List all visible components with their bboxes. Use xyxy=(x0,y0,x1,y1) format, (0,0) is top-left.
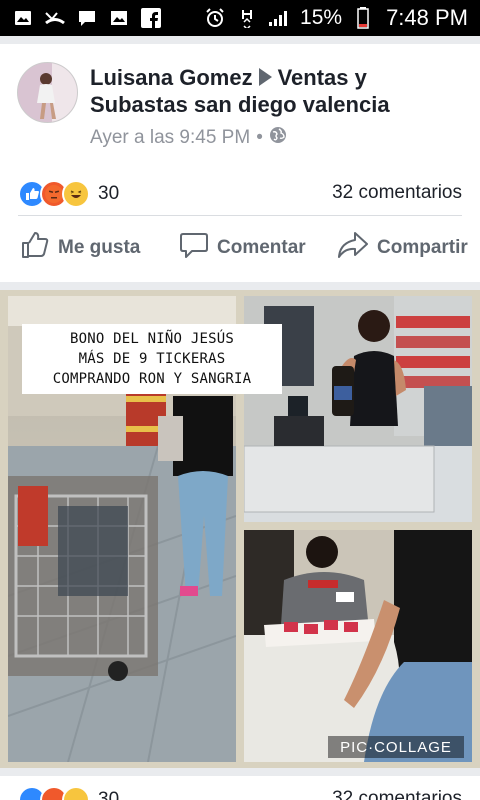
avatar[interactable] xyxy=(17,62,78,123)
photo-collage: BONO DEL NIÑO JESÚS MÁS DE 9 TICKERAS CO… xyxy=(0,290,480,768)
caption-line-2: MÁS DE 9 TICKERAS xyxy=(78,351,226,367)
signal-icon xyxy=(268,8,290,28)
clock: 7:48 PM xyxy=(386,5,468,30)
facebook-icon xyxy=(140,8,162,28)
speech-bubble-icon xyxy=(179,230,209,266)
reaction-count: 30 xyxy=(98,183,120,204)
caption-line-3: COMPRANDO RON Y SANGRIA xyxy=(52,371,252,387)
share-label: Compartir xyxy=(377,237,468,258)
post-timestamp[interactable]: Ayer a las 9:45 PM xyxy=(90,127,250,149)
share-arrow-icon xyxy=(337,230,369,266)
next-comments-count[interactable]: 32 comentarios xyxy=(332,788,462,800)
like-label: Me gusta xyxy=(58,237,141,258)
share-button[interactable]: Compartir xyxy=(337,230,468,266)
battery-percent: 15% xyxy=(300,6,343,29)
caption-line-1: BONO DEL NIÑO JESÚS xyxy=(70,331,234,347)
post-card: Luisana Gomez Ventas y Subastas san diego… xyxy=(0,44,480,282)
comment-label: Comentar xyxy=(217,237,306,258)
status-left xyxy=(12,8,162,28)
haha-icon xyxy=(62,786,90,800)
battery-icon xyxy=(352,7,374,29)
status-right: 15% 7:48 PM xyxy=(204,5,468,31)
next-reactions-summary[interactable]: 30 xyxy=(18,786,119,800)
like-button[interactable]: Me gusta xyxy=(20,230,140,266)
haha-icon xyxy=(62,180,90,208)
comments-count[interactable]: 32 comentarios xyxy=(332,182,462,204)
hspa-icon xyxy=(236,8,258,28)
collage-photo-cashier xyxy=(244,530,472,762)
divider xyxy=(18,215,462,216)
gallery-icon xyxy=(108,8,130,28)
post-header: Luisana Gomez Ventas y Subastas san diego… xyxy=(90,64,460,118)
comment-button[interactable]: Comentar xyxy=(179,230,306,266)
globe-icon xyxy=(269,126,287,150)
meta-separator: • xyxy=(256,127,263,148)
missed-call-icon xyxy=(44,8,66,28)
post-meta: Ayer a las 9:45 PM • xyxy=(90,126,287,150)
image-icon xyxy=(12,8,34,28)
thumbs-up-icon xyxy=(20,230,50,266)
author-name[interactable]: Luisana Gomez xyxy=(90,65,253,90)
triangle-arrow-icon xyxy=(258,68,272,86)
post-photo[interactable]: BONO DEL NIÑO JESÚS MÁS DE 9 TICKERAS CO… xyxy=(0,290,480,768)
reactions-summary[interactable]: 30 xyxy=(18,180,119,208)
alarm-icon xyxy=(204,8,226,28)
next-post-card: 30 32 comentarios xyxy=(0,776,480,800)
pic-collage-watermark: PIC·COLLAGE xyxy=(328,736,464,758)
photo-caption: BONO DEL NIÑO JESÚS MÁS DE 9 TICKERAS CO… xyxy=(22,324,282,394)
next-reaction-count: 30 xyxy=(98,789,120,800)
post-actions: Me gusta Comentar Compartir xyxy=(0,228,480,268)
chat-icon xyxy=(76,8,98,28)
status-bar: 15% 7:48 PM xyxy=(0,0,480,36)
